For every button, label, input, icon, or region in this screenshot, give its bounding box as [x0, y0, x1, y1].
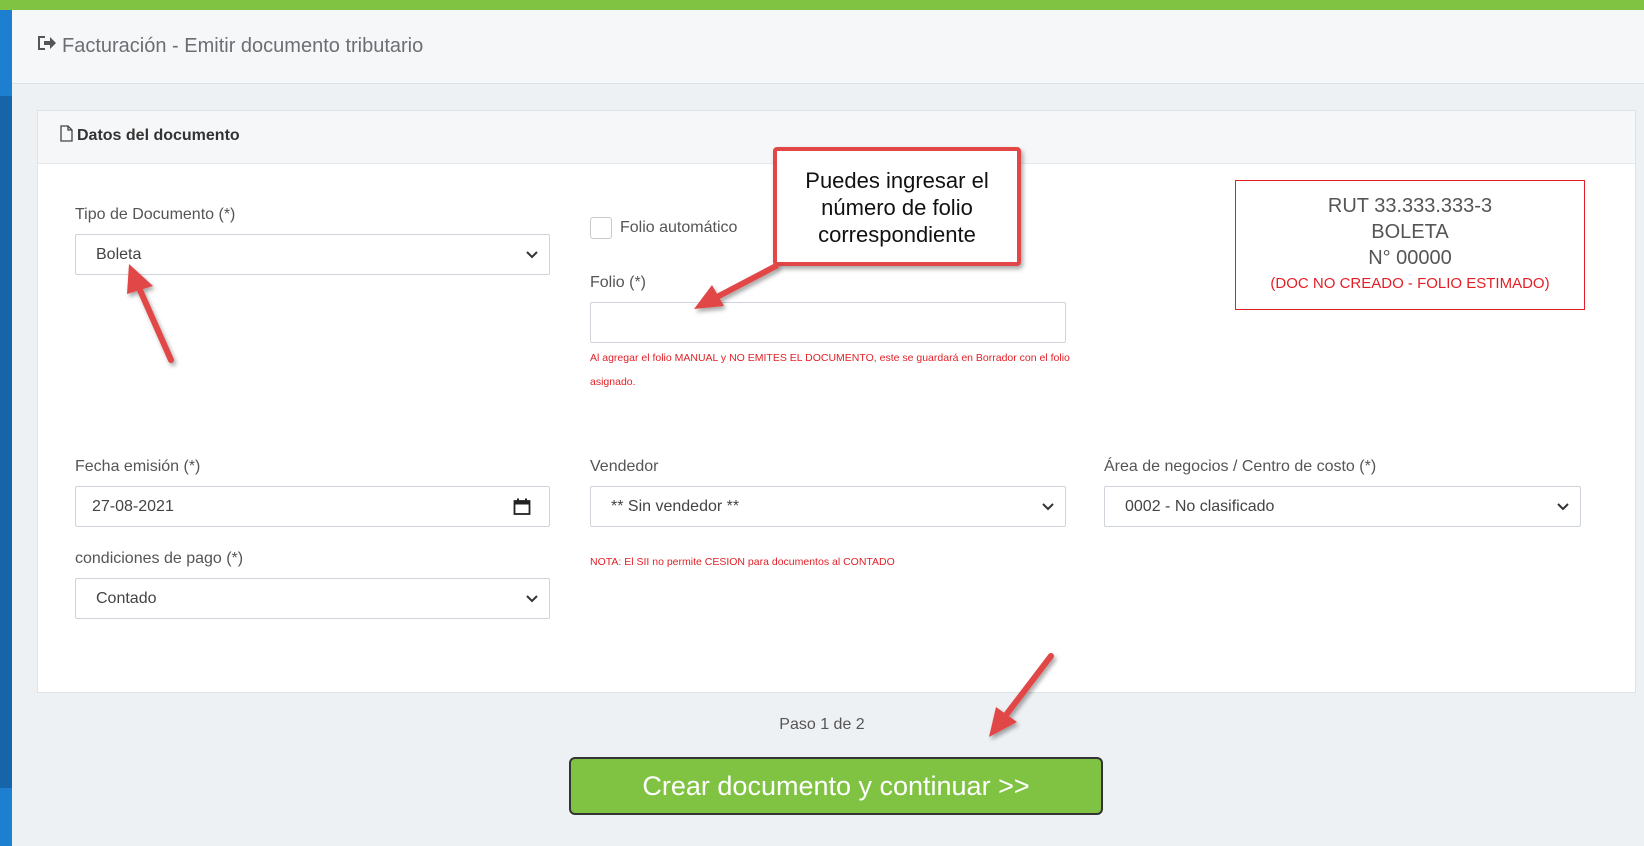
issue-date-input[interactable]: 27-08-2021: [75, 486, 550, 527]
document-type-label: Tipo de Documento (*): [75, 206, 236, 223]
seller-label: Vendedor: [590, 458, 659, 475]
chevron-down-icon: [526, 251, 538, 259]
document-number-text: N° 00000: [1368, 247, 1452, 269]
issue-date-label: Fecha emisión (*): [75, 458, 201, 475]
folio-help-callout: Puedes ingresar el número de folio corre…: [773, 147, 1021, 266]
payment-terms-label: condiciones de pago (*): [75, 550, 244, 567]
chevron-down-icon: [1042, 503, 1054, 511]
create-document-button[interactable]: Crear documento y continuar >>: [569, 757, 1103, 815]
seller-select[interactable]: ** Sin vendedor **: [590, 486, 1066, 527]
page-title: Facturación - Emitir documento tributari…: [36, 34, 423, 58]
sign-out-icon: [36, 34, 56, 58]
seller-note: NOTA: El SII no permite CESION para docu…: [590, 556, 895, 568]
sidebar-segment-top: [0, 10, 12, 96]
rut-text: RUT 33.333.333-3: [1327, 195, 1493, 217]
payment-terms-select[interactable]: Contado: [75, 578, 550, 619]
folio-automatic-checkbox[interactable]: [590, 217, 612, 239]
page-title-text: Facturación - Emitir documento tributari…: [62, 34, 424, 57]
payment-terms-value: Contado: [96, 589, 157, 607]
document-status-text: (DOC NO CREADO - FOLIO ESTIMADO): [1270, 275, 1550, 292]
folio-label: Folio (*): [590, 274, 647, 291]
card-title: Datos del documento: [60, 125, 240, 147]
document-icon: [60, 125, 73, 147]
calendar-icon[interactable]: [513, 498, 531, 516]
step-indicator: Paso 1 de 2: [779, 716, 865, 733]
business-area-label: Área de negocios / Centro de costo (*): [1104, 458, 1377, 475]
seller-value: ** Sin vendedor **: [611, 497, 740, 515]
folio-manual-note: Al agregar el folio MANUAL y NO EMITES E…: [590, 352, 1070, 388]
business-area-select[interactable]: 0002 - No clasificado: [1104, 486, 1581, 527]
document-type-select[interactable]: Boleta: [75, 234, 550, 275]
document-preview-box: RUT 33.333.333-3 BOLETA N° 00000 (DOC NO…: [1235, 180, 1585, 310]
folio-input[interactable]: [590, 302, 1066, 343]
chevron-down-icon: [526, 595, 538, 603]
top-accent-bar: [0, 0, 1644, 10]
sidebar-segment-bottom: [0, 788, 12, 846]
document-type-value: Boleta: [96, 245, 142, 263]
business-area-value: 0002 - No clasificado: [1125, 497, 1275, 515]
document-type-text: BOLETA: [1371, 221, 1449, 243]
card-title-text: Datos del documento: [77, 127, 240, 144]
chevron-down-icon: [1557, 503, 1569, 511]
issue-date-value: 27-08-2021: [92, 497, 174, 515]
folio-automatic-label: Folio automático: [620, 219, 738, 236]
